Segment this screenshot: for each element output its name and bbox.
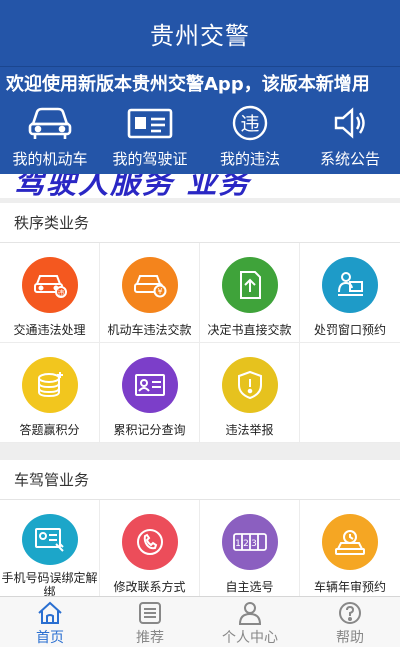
svg-text:3: 3: [251, 539, 257, 549]
coins-icon: [21, 357, 78, 413]
quick-nav-my-violations[interactable]: 违 我的违法: [200, 104, 300, 174]
quick-nav-label: 我的驾驶证: [112, 150, 188, 168]
service-quiz-points[interactable]: 答题赢积分: [0, 343, 100, 443]
license-card-icon: [126, 104, 174, 142]
tab-personal-center[interactable]: 个人中心: [200, 597, 300, 647]
empty-cell: [300, 343, 400, 443]
home-icon: [37, 601, 63, 625]
service-decision-payment[interactable]: 决定书直接交款: [200, 243, 300, 343]
service-label: 自主选号: [225, 580, 274, 594]
car-payment-icon: ¥: [121, 257, 178, 313]
announcement-marquee[interactable]: 欢迎使用新版本贵州交警App，该版本新增用: [0, 70, 400, 100]
quick-nav-label: 系统公告: [319, 150, 380, 168]
tab-label: 个人中心: [222, 630, 278, 646]
svg-text:违: 违: [240, 113, 259, 135]
tab-help[interactable]: 帮助: [300, 597, 400, 647]
quick-nav-label: 我的违法: [219, 150, 280, 168]
svg-text:违: 违: [57, 289, 64, 297]
section-title-vehicle-license: 车驾管业务: [0, 460, 400, 500]
id-card-icon: [121, 357, 178, 413]
speaker-icon: [326, 104, 374, 142]
service-violation-report[interactable]: 违法举报: [200, 343, 300, 443]
car-icon: [26, 104, 74, 142]
tab-label: 首页: [36, 630, 64, 646]
violation-icon: 违: [226, 104, 274, 142]
service-label: 车辆年审预约: [313, 580, 386, 594]
page-title: 贵州交警: [150, 21, 250, 50]
service-label: 修改联系方式: [113, 580, 186, 594]
service-label: 决定书直接交款: [207, 323, 292, 337]
service-label: 交通违法处理: [13, 323, 86, 337]
service-label: 累积记分查询: [113, 423, 186, 437]
service-annual-inspection[interactable]: 车辆年审预约: [300, 500, 400, 600]
alert-shield-icon: [221, 357, 278, 413]
svg-text:1: 1: [235, 539, 241, 549]
quick-nav: 我的机动车 我的驾驶证 违 我的违法 系统公告: [0, 104, 400, 174]
tab-recommend[interactable]: 推荐: [100, 597, 200, 647]
tab-home[interactable]: 首页: [0, 597, 100, 647]
app-header: 贵州交警 欢迎使用新版本贵州交警App，该版本新增用 我的机动车 我的驾驶证 违…: [0, 0, 400, 174]
car-violation-icon: 违: [21, 257, 78, 313]
plate-number-icon: 1 2 3: [221, 514, 278, 570]
phone-card-icon: [21, 514, 78, 565]
window-appointment-icon: [322, 257, 378, 313]
banner-text: 驾驶人服务 业务: [14, 174, 251, 198]
header-divider: [0, 66, 400, 67]
service-traffic-violation[interactable]: 违 交通违法处理: [0, 243, 100, 343]
svg-text:2: 2: [243, 539, 249, 549]
tab-label: 帮助: [336, 630, 364, 646]
quick-nav-announcements[interactable]: 系统公告: [300, 104, 400, 174]
service-label: 答题赢积分: [19, 423, 80, 437]
order-services-grid: 违 交通违法处理 ¥ 机动车违法交款 决定书直接交款 处罚窗口预约 答题赢积分 …: [0, 243, 400, 443]
section-title-order: 秩序类业务: [0, 203, 400, 243]
service-label: 机动车违法交款: [107, 323, 192, 337]
tab-label: 推荐: [136, 630, 164, 646]
vehicle-license-services-grid: 手机号码误绑定解绑 修改联系方式 1 2 3 自主选号 车辆年审预约: [0, 500, 400, 600]
quick-nav-my-vehicle[interactable]: 我的机动车: [0, 104, 100, 174]
list-icon: [137, 601, 163, 625]
service-vehicle-payment[interactable]: ¥ 机动车违法交款: [100, 243, 200, 343]
help-icon: [337, 601, 363, 625]
service-modify-contact[interactable]: 修改联系方式: [100, 500, 200, 600]
service-label: 处罚窗口预约: [313, 323, 386, 337]
user-icon: [237, 601, 263, 625]
quick-nav-my-license[interactable]: 我的驾驶证: [100, 104, 200, 174]
document-payment-icon: [221, 257, 278, 313]
service-label: 手机号码误绑定解绑: [1, 571, 98, 599]
service-points-query[interactable]: 累积记分查询: [100, 343, 200, 443]
bottom-tab-bar: 首页 推荐 个人中心 帮助: [0, 596, 400, 647]
promo-banner[interactable]: 驾驶人服务 业务: [0, 174, 400, 198]
car-inspection-icon: [322, 514, 378, 570]
svg-text:¥: ¥: [157, 287, 162, 296]
phone-call-icon: [121, 514, 178, 570]
service-phone-unbind[interactable]: 手机号码误绑定解绑: [0, 500, 100, 600]
service-window-appointment[interactable]: 处罚窗口预约: [300, 243, 400, 343]
service-choose-plate[interactable]: 1 2 3 自主选号: [200, 500, 300, 600]
service-label: 违法举报: [225, 423, 274, 437]
quick-nav-label: 我的机动车: [12, 150, 88, 168]
